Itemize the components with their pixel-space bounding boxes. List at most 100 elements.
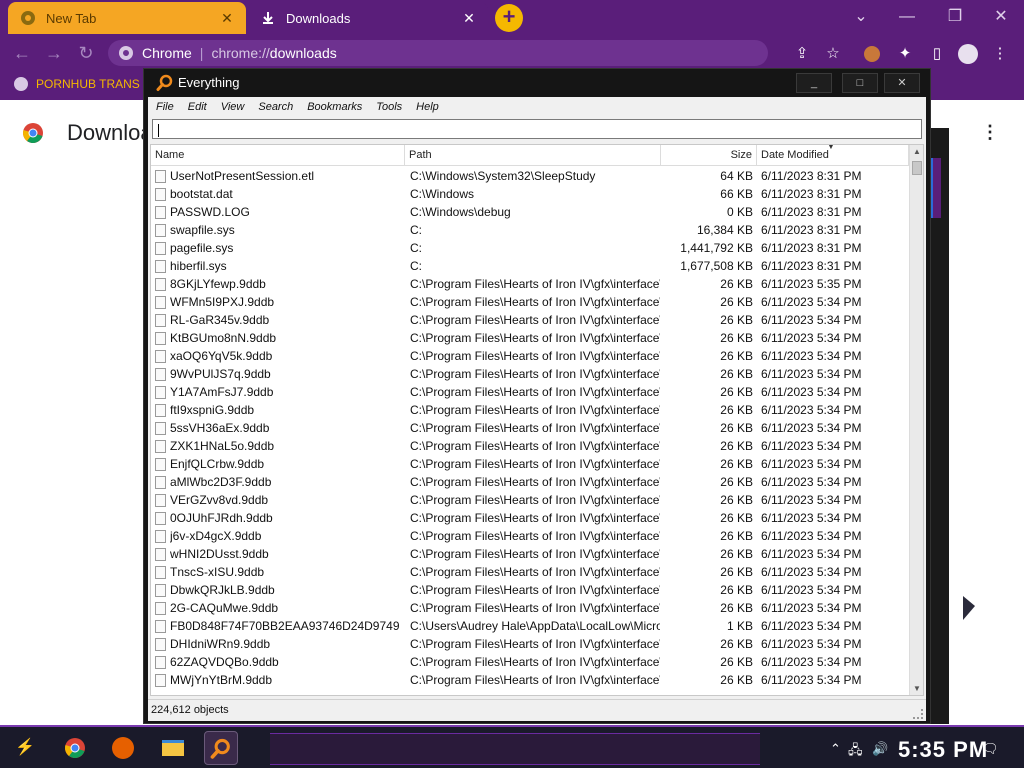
table-row[interactable]: KtBGUmo8nN.9ddb C:\Program Files\Hearts o… <box>151 329 909 347</box>
table-row[interactable]: DbwkQRJkLB.9ddb C:\Program Files\Hearts o… <box>151 581 909 599</box>
row-path: C:\Program Files\Hearts of Iron IV\gfx\i… <box>410 421 660 435</box>
tab-new-tab[interactable]: New Tab ✕ <box>8 2 246 34</box>
share-icon[interactable]: ⇪ <box>792 44 812 64</box>
minimize-icon[interactable]: _ <box>796 73 832 93</box>
table-row[interactable]: 2G-CAQuMwe.9ddb C:\Program Files\Hearts o… <box>151 599 909 617</box>
menu-edit[interactable]: Edit <box>180 101 213 113</box>
table-row[interactable]: ftI9xspniG.9ddb C:\Program Files\Hearts o… <box>151 401 909 419</box>
new-tab-button[interactable]: + <box>495 4 523 32</box>
table-row[interactable]: pagefile.sys C: 1,441,792 KB 6/11/2023 8:31… <box>151 239 909 257</box>
maximize-icon[interactable]: □ <box>842 73 878 93</box>
menu-file[interactable]: File <box>148 101 180 113</box>
close-icon[interactable]: ✕ <box>460 9 478 27</box>
bookmark-star-icon[interactable]: ☆ <box>823 44 843 64</box>
column-header-name[interactable]: Name <box>151 145 405 166</box>
row-name: DbwkQRJkLB.9ddb <box>170 583 275 597</box>
table-row[interactable]: RL-GaR345v.9ddb C:\Program Files\Hearts o… <box>151 311 909 329</box>
chrome-menu-icon[interactable]: ⋮ <box>990 44 1010 64</box>
row-date-modified: 6/11/2023 5:34 PM <box>761 565 862 579</box>
table-row[interactable]: bootstat.dat C:\Windows 66 KB 6/11/2023 8:3… <box>151 185 909 203</box>
menu-bookmarks[interactable]: Bookmarks <box>299 101 368 113</box>
address-bar[interactable]: Chrome | chrome:// downloads <box>108 40 768 66</box>
taskbar-file-explorer-icon[interactable] <box>156 731 190 765</box>
row-size: 26 KB <box>720 493 753 507</box>
extension-avatar-icon[interactable] <box>862 44 882 64</box>
reload-icon[interactable]: ↻ <box>74 41 98 65</box>
row-name: 62ZAQVDQBo.9ddb <box>170 655 279 669</box>
scroll-up-arrow-icon[interactable]: ▲ <box>911 145 923 159</box>
minimize-icon[interactable]: — <box>884 4 930 30</box>
restore-icon[interactable]: ❐ <box>932 4 978 30</box>
close-icon[interactable]: ✕ <box>218 9 236 27</box>
close-icon[interactable]: ✕ <box>978 4 1024 30</box>
row-date-modified: 6/11/2023 5:34 PM <box>761 673 862 687</box>
taskbar-chrome-icon[interactable] <box>58 731 92 765</box>
menu-help[interactable]: Help <box>408 101 445 113</box>
bookmark-item[interactable]: PORNHUB TRANS <box>14 77 140 91</box>
file-icon <box>155 188 166 201</box>
table-row[interactable]: TnscS-xISU.9ddb C:\Program Files\Hearts o… <box>151 563 909 581</box>
table-row[interactable]: WFMn5I9PXJ.9ddb C:\Program Files\Hearts o… <box>151 293 909 311</box>
row-date-modified: 6/11/2023 5:34 PM <box>761 385 862 399</box>
more-options-icon[interactable]: ⋮ <box>980 122 1000 143</box>
table-row[interactable]: MWjYnYtBrM.9ddb C:\Program Files\Hearts o… <box>151 671 909 689</box>
table-row[interactable]: j6v-xD4gcX.9ddb C:\Program Files\Hearts o… <box>151 527 909 545</box>
table-row[interactable]: ZXK1HNaL5o.9ddb C:\Program Files\Hearts o… <box>151 437 909 455</box>
table-row[interactable]: DHIdniWRn9.9ddb C:\Program Files\Hearts o… <box>151 635 909 653</box>
table-row[interactable]: EnjfQLCrbw.9ddb C:\Program Files\Hearts o… <box>151 455 909 473</box>
row-size: 1,677,508 KB <box>680 259 753 273</box>
profile-icon[interactable] <box>958 44 978 64</box>
taskbar-firefox-icon[interactable] <box>106 731 140 765</box>
resize-grip-icon[interactable] <box>913 709 923 719</box>
row-date-modified: 6/11/2023 5:35 PM <box>761 277 862 291</box>
network-icon[interactable]: 🖧 <box>848 741 863 763</box>
chevron-down-icon[interactable]: ⌄ <box>838 4 884 30</box>
table-row[interactable]: xaOQ6YqV5k.9ddb C:\Program Files\Hearts o… <box>151 347 909 365</box>
close-icon[interactable]: ✕ <box>884 73 920 93</box>
everything-titlebar[interactable]: Everything _ □ ✕ <box>144 69 930 97</box>
table-row[interactable]: VErGZvv8vd.9ddb C:\Program Files\Hearts o… <box>151 491 909 509</box>
start-button-icon[interactable]: ⚡ <box>8 731 42 765</box>
column-header-size[interactable]: Size <box>661 145 757 166</box>
scroll-thumb[interactable] <box>912 161 922 175</box>
chrome-logo-icon <box>23 123 43 143</box>
chevron-up-icon[interactable]: ⌃ <box>830 741 841 757</box>
table-row[interactable]: 9WvPUlJS7q.9ddb C:\Program Files\Hearts o… <box>151 365 909 383</box>
table-row[interactable]: aMlWbc2D3F.9ddb C:\Program Files\Hearts o… <box>151 473 909 491</box>
table-row[interactable]: hiberfil.sys C: 1,677,508 KB 6/11/2023 8:31… <box>151 257 909 275</box>
side-panel-icon[interactable]: ▯ <box>927 44 947 64</box>
forward-arrow-icon[interactable]: → <box>42 41 66 65</box>
row-path: C: <box>410 223 422 237</box>
table-row[interactable]: 0OJUhFJRdh.9ddb C:\Program Files\Hearts o… <box>151 509 909 527</box>
table-row[interactable]: wHNI2DUsst.9ddb C:\Program Files\Hearts o… <box>151 545 909 563</box>
menu-search[interactable]: Search <box>250 101 299 113</box>
file-icon <box>155 206 166 219</box>
vertical-scrollbar[interactable]: ▲ ▼ <box>909 145 923 695</box>
back-arrow-icon[interactable]: ← <box>10 41 34 65</box>
results-list[interactable]: Name Path Size Date Modified ▼ UserNotPr… <box>150 144 924 696</box>
taskbar-everything-icon[interactable] <box>204 731 238 765</box>
scroll-down-arrow-icon[interactable]: ▼ <box>911 682 923 695</box>
taskbar-clock[interactable]: 5:35 PM <box>898 737 988 763</box>
table-row[interactable]: PASSWD.LOG C:\Windows\debug 0 KB 6/11/2023 … <box>151 203 909 221</box>
menu-tools[interactable]: Tools <box>368 101 408 113</box>
volume-icon[interactable]: 🔊 <box>872 741 888 757</box>
row-size: 26 KB <box>720 313 753 327</box>
extensions-puzzle-icon[interactable]: ✦ <box>895 44 915 64</box>
table-row[interactable]: Y1A7AmFsJ7.9ddb C:\Program Files\Hearts o… <box>151 383 909 401</box>
table-row[interactable]: UserNotPresentSession.etl C:\Windows\Syst… <box>151 167 909 185</box>
table-row[interactable]: 8GKjLYfewp.9ddb C:\Program Files\Hearts o… <box>151 275 909 293</box>
search-input[interactable] <box>152 119 922 139</box>
menu-view[interactable]: View <box>213 101 251 113</box>
notification-icon[interactable]: 🗨 <box>982 741 999 757</box>
tab-downloads[interactable]: Downloads ✕ <box>248 2 488 34</box>
table-row[interactable]: FB0D848F74F70BB2EAA93746D24D9749 C:\Users… <box>151 617 909 635</box>
table-row[interactable]: swapfile.sys C: 16,384 KB 6/11/2023 8:31 PM <box>151 221 909 239</box>
tab-label: New Tab <box>46 10 97 26</box>
row-path: C:\Program Files\Hearts of Iron IV\gfx\i… <box>410 655 660 669</box>
row-date-modified: 6/11/2023 5:34 PM <box>761 331 862 345</box>
column-header-path[interactable]: Path <box>405 145 661 166</box>
table-row[interactable]: 62ZAQVDQBo.9ddb C:\Program Files\Hearts o… <box>151 653 909 671</box>
row-date-modified: 6/11/2023 5:34 PM <box>761 547 862 561</box>
table-row[interactable]: 5ssVH36aEx.9ddb C:\Program Files\Hearts o… <box>151 419 909 437</box>
